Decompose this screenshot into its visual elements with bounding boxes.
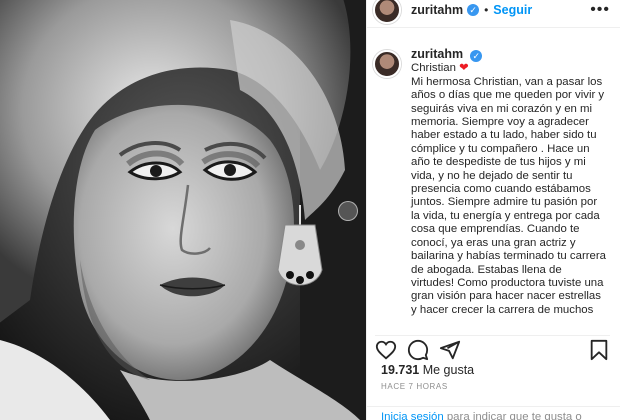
login-prompt: Inicia sesión para indicar que te gusta … [367, 406, 620, 420]
comment-icon[interactable] [407, 339, 429, 361]
caption: zuritahm ✓ Christian ❤ Mi hermosa Christ… [411, 47, 607, 328]
likes-label: Me gusta [419, 363, 475, 377]
follow-button[interactable]: Seguir [493, 3, 532, 17]
bookmark-icon[interactable] [588, 339, 610, 361]
post-header: zuritahm ✓ • Seguir ••• [367, 0, 620, 28]
caption-body: Mi hermosa Christian, van a pasar los añ… [411, 75, 607, 316]
login-text: para indicar que te gusta o [443, 411, 582, 420]
likes-number: 19.731 [381, 363, 420, 377]
caption-first-line: Christian ❤ [411, 62, 607, 75]
carousel-indicator[interactable] [338, 201, 358, 221]
likes-count[interactable]: 19.731 Me gusta [381, 363, 474, 377]
post-timestamp[interactable]: HACE 7 HORAS [381, 382, 448, 391]
more-options-icon[interactable]: ••• [590, 1, 610, 19]
portrait-image [0, 0, 366, 420]
post-photo[interactable] [0, 0, 366, 420]
share-icon[interactable] [439, 339, 461, 361]
login-link[interactable]: Inicia sesión [381, 411, 444, 420]
post-side-panel: zuritahm ✓ • Seguir ••• zuritahm ✓ Chris… [366, 0, 620, 420]
like-icon[interactable] [375, 339, 397, 361]
action-bar [375, 335, 610, 361]
profile-avatar[interactable] [373, 0, 401, 24]
caption-avatar[interactable] [373, 50, 401, 78]
verified-icon: ✓ [470, 50, 483, 62]
caption-greeting: Christian [411, 62, 456, 75]
heart-emoji-icon: ❤ [459, 62, 469, 75]
header-separator: • [484, 2, 489, 17]
caption-username[interactable]: zuritahm [411, 47, 463, 61]
caption-section: zuritahm ✓ Christian ❤ Mi hermosa Christ… [367, 42, 620, 328]
verified-icon: ✓ [467, 3, 480, 16]
header-username[interactable]: zuritahm [411, 3, 463, 17]
